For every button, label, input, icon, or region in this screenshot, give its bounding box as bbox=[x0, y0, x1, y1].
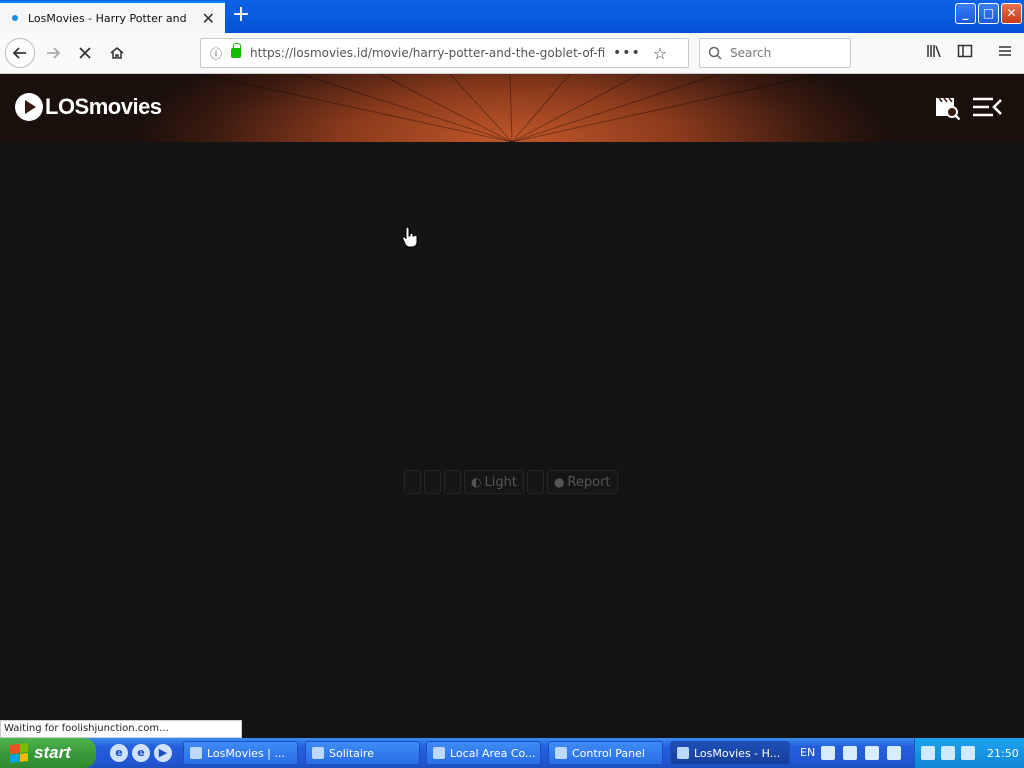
play-logo-icon bbox=[15, 93, 43, 121]
library-icon[interactable] bbox=[926, 43, 942, 63]
light-toggle-button[interactable]: ◐ Light bbox=[464, 470, 524, 494]
app-icon bbox=[190, 747, 202, 759]
window-minimize-button[interactable]: _ bbox=[955, 3, 976, 24]
browser-titlebar: LosMovies - Harry Potter and the ✕ + _ □… bbox=[0, 0, 1024, 33]
stop-loading-button[interactable] bbox=[70, 38, 100, 68]
report-button[interactable]: ● Report bbox=[546, 470, 618, 494]
menu-toggle-icon[interactable] bbox=[972, 96, 1002, 124]
arrow-right-icon bbox=[47, 47, 61, 59]
player-control-1[interactable] bbox=[404, 470, 421, 494]
taskbar-item-label: Solitaire bbox=[329, 746, 374, 760]
help-icon[interactable] bbox=[887, 746, 901, 760]
player-control-4[interactable] bbox=[526, 470, 544, 494]
url-bar[interactable]: ⓘ https://losmovies.id/movie/harry-potte… bbox=[200, 38, 689, 68]
taskbar-item-label: LosMovies - H... bbox=[694, 746, 781, 760]
taskbar-item-solitaire[interactable]: Solitaire bbox=[305, 741, 420, 765]
forward-button[interactable] bbox=[38, 38, 68, 68]
keyboard-icon[interactable] bbox=[821, 746, 835, 760]
logo-text: LOSmovies bbox=[45, 94, 162, 119]
report-label: Report bbox=[567, 474, 611, 490]
media-quicklaunch-icon[interactable]: ▶ bbox=[154, 744, 172, 762]
hamburger-menu-icon[interactable] bbox=[997, 43, 1013, 63]
network-tray-icon[interactable] bbox=[921, 746, 935, 760]
favicon-icon bbox=[12, 15, 18, 21]
firefox-icon bbox=[677, 747, 689, 759]
taskbar: start e e ▶ LosMovies | ... Solitaire Lo… bbox=[0, 738, 1024, 768]
arrow-left-icon bbox=[12, 47, 26, 59]
home-icon bbox=[110, 47, 124, 59]
system-tray: 21:50 bbox=[914, 738, 1024, 768]
network-icon bbox=[433, 747, 445, 759]
sidebar-icon[interactable] bbox=[957, 43, 973, 63]
window-maximize-button[interactable]: □ bbox=[978, 3, 999, 24]
language-bar-icon[interactable] bbox=[865, 746, 879, 760]
light-label: Light bbox=[484, 474, 517, 490]
info-icon[interactable]: ⓘ bbox=[210, 45, 222, 62]
alert-icon: ● bbox=[553, 475, 565, 489]
player-controls: ◐ Light ● Report bbox=[404, 470, 618, 494]
taskbar-item-losmovies-1[interactable]: LosMovies | ... bbox=[183, 741, 298, 765]
solitaire-icon bbox=[312, 747, 324, 759]
player-control-2[interactable] bbox=[424, 470, 441, 494]
lock-icon bbox=[231, 43, 242, 58]
back-button[interactable] bbox=[5, 38, 35, 68]
search-input[interactable]: Search bbox=[699, 38, 851, 68]
bookmark-star-icon[interactable]: ☆ bbox=[653, 44, 667, 63]
search-icon bbox=[708, 46, 722, 60]
taskbar-item-label: Local Area Co... bbox=[450, 746, 536, 760]
windows-logo-icon bbox=[10, 743, 28, 763]
taskbar-item-control-panel[interactable]: Control Panel bbox=[548, 741, 663, 765]
taskbar-item-losmovies-active[interactable]: LosMovies - H... bbox=[670, 741, 790, 765]
clock: 21:50 bbox=[987, 746, 1019, 760]
url-text[interactable]: https://losmovies.id/movie/harry-potter-… bbox=[250, 46, 605, 60]
page-actions-icon[interactable]: ••• bbox=[613, 45, 641, 61]
site-header: LOSmovies bbox=[0, 74, 1024, 142]
window-close-button[interactable]: ✕ bbox=[1001, 3, 1022, 24]
taskbar-item-local-area[interactable]: Local Area Co... bbox=[426, 741, 541, 765]
movie-search-icon[interactable] bbox=[935, 96, 961, 126]
taskbar-item-label: LosMovies | ... bbox=[207, 746, 285, 760]
browser-quicklaunch-icon[interactable]: e bbox=[132, 744, 150, 762]
tab-title: LosMovies - Harry Potter and the bbox=[28, 11, 190, 25]
browser-tab-active[interactable]: LosMovies - Harry Potter and the ✕ bbox=[0, 1, 225, 33]
ie-quicklaunch-icon[interactable]: e bbox=[110, 744, 128, 762]
security-tray-icon[interactable] bbox=[941, 746, 955, 760]
hand-cursor-icon bbox=[402, 226, 418, 248]
close-icon bbox=[79, 47, 91, 59]
language-indicator[interactable]: EN bbox=[800, 746, 815, 759]
contrast-icon: ◐ bbox=[471, 475, 482, 489]
site-logo[interactable]: LOSmovies bbox=[15, 93, 162, 121]
tab-close-icon[interactable]: ✕ bbox=[202, 9, 215, 28]
player-control-3[interactable] bbox=[444, 470, 461, 494]
start-button[interactable]: start bbox=[0, 738, 96, 768]
browser-status-text: Waiting for foolishjunction.com... bbox=[0, 720, 242, 738]
taskbar-item-label: Control Panel bbox=[572, 746, 645, 760]
new-tab-button[interactable]: + bbox=[230, 3, 252, 27]
pen-icon[interactable] bbox=[843, 746, 857, 760]
home-button[interactable] bbox=[102, 38, 132, 68]
control-panel-icon bbox=[555, 747, 567, 759]
search-placeholder: Search bbox=[730, 46, 772, 60]
browser-navbar: ⓘ https://losmovies.id/movie/harry-potte… bbox=[0, 33, 1024, 74]
start-label: start bbox=[34, 743, 71, 762]
search-tray-icon[interactable] bbox=[961, 746, 975, 760]
